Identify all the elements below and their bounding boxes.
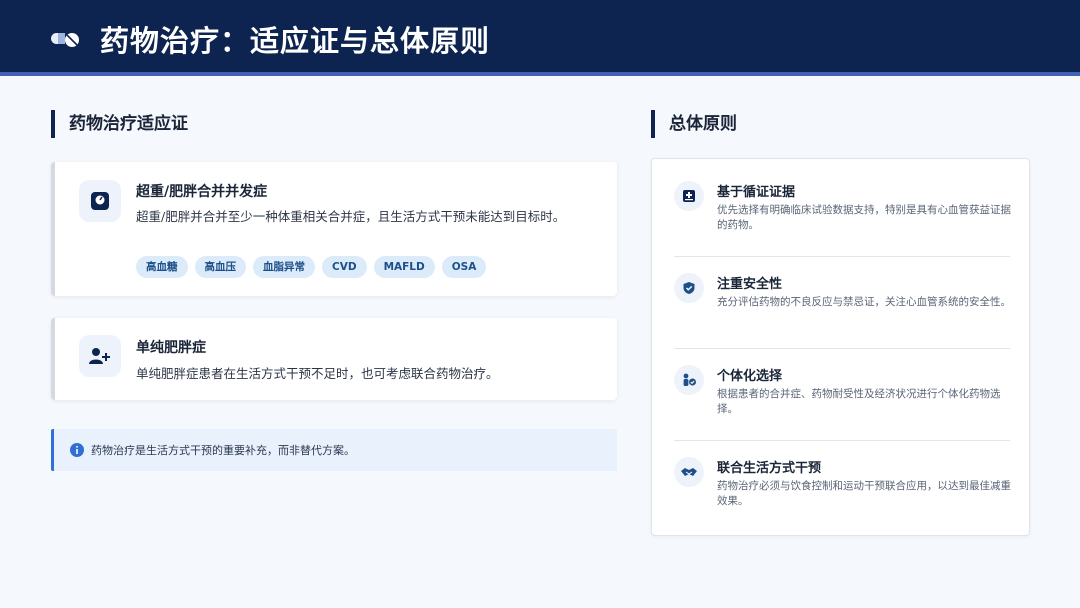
info-icon <box>70 443 84 457</box>
pills-icon <box>51 33 79 47</box>
card-title: 超重/肥胖合并并发症 <box>136 184 268 200</box>
principle-desc: 优先选择有明确临床试验数据支持，特别是具有心血管获益证据的药物。 <box>717 204 1011 231</box>
principle-title: 基于循证证据 <box>717 185 796 200</box>
divider <box>674 256 1010 257</box>
principle-title: 个体化选择 <box>717 369 783 384</box>
tag: OSA <box>441 256 487 278</box>
tag: CVD <box>322 256 367 278</box>
indication-card-simple: 单纯肥胖症 单纯肥胖症患者在生活方式干预不足时，也可考虑联合药物治疗。 <box>51 318 617 400</box>
divider <box>674 440 1010 441</box>
info-note: 药物治疗是生活方式干预的重要补充，而非替代方案。 <box>51 429 617 471</box>
card-description: 超重/肥胖并合并至少一种体重相关合并症，且生活方式干预未能达到目标时。 <box>136 209 566 224</box>
medical-file-icon <box>674 181 704 211</box>
indications-heading: 药物治疗适应证 <box>51 110 188 138</box>
indication-card-comorbid: 超重/肥胖合并并发症 超重/肥胖并合并至少一种体重相关合并症，且生活方式干预未能… <box>51 162 617 296</box>
principle-title: 注重安全性 <box>717 277 783 292</box>
page-header: 药物治疗：适应证与总体原则 <box>0 0 1080 76</box>
shield-icon <box>674 273 704 303</box>
principle-desc: 充分评估药物的不良反应与禁忌证，关注心血管系统的安全性。 <box>717 296 1011 308</box>
card-title: 单纯肥胖症 <box>136 340 206 356</box>
weight-scale-icon <box>79 180 121 222</box>
principle-title: 联合生活方式干预 <box>717 461 822 476</box>
principle-desc: 药物治疗必须与饮食控制和运动干预联合应用，以达到最佳减重效果。 <box>717 480 1011 507</box>
principle-item: 个体化选择 根据患者的合并症、药物耐受性及经济状况进行个体化药物选择。 <box>674 365 1010 425</box>
principle-item: 基于循证证据 优先选择有明确临床试验数据支持，特别是具有心血管获益证据的药物。 <box>674 181 1011 241</box>
principles-panel: 基于循证证据 优先选择有明确临床试验数据支持，特别是具有心血管获益证据的药物。 … <box>651 158 1030 536</box>
note-text: 药物治疗是生活方式干预的重要补充，而非替代方案。 <box>91 444 355 457</box>
comorbidity-tags: 高血糖 高血压 血脂异常 CVD MAFLD OSA <box>136 256 487 278</box>
divider <box>674 348 1010 349</box>
principles-heading: 总体原则 <box>651 110 737 138</box>
tag: 高血压 <box>194 256 246 278</box>
tag: 高血糖 <box>136 256 188 278</box>
tag: 血脂异常 <box>253 256 315 278</box>
principle-desc: 根据患者的合并症、药物耐受性及经济状况进行个体化药物选择。 <box>717 388 1001 415</box>
tag: MAFLD <box>373 256 435 278</box>
handshake-icon <box>674 457 704 487</box>
page-title: 药物治疗：适应证与总体原则 <box>100 24 491 58</box>
user-plus-icon <box>79 335 121 377</box>
principle-item: 注重安全性 充分评估药物的不良反应与禁忌证，关注心血管系统的安全性。 <box>674 273 1011 333</box>
principle-item: 联合生活方式干预 药物治疗必须与饮食控制和运动干预联合应用，以达到最佳减重效果。 <box>674 457 1011 517</box>
person-check-icon <box>674 365 704 395</box>
card-description: 单纯肥胖症患者在生活方式干预不足时，也可考虑联合药物治疗。 <box>136 366 499 381</box>
